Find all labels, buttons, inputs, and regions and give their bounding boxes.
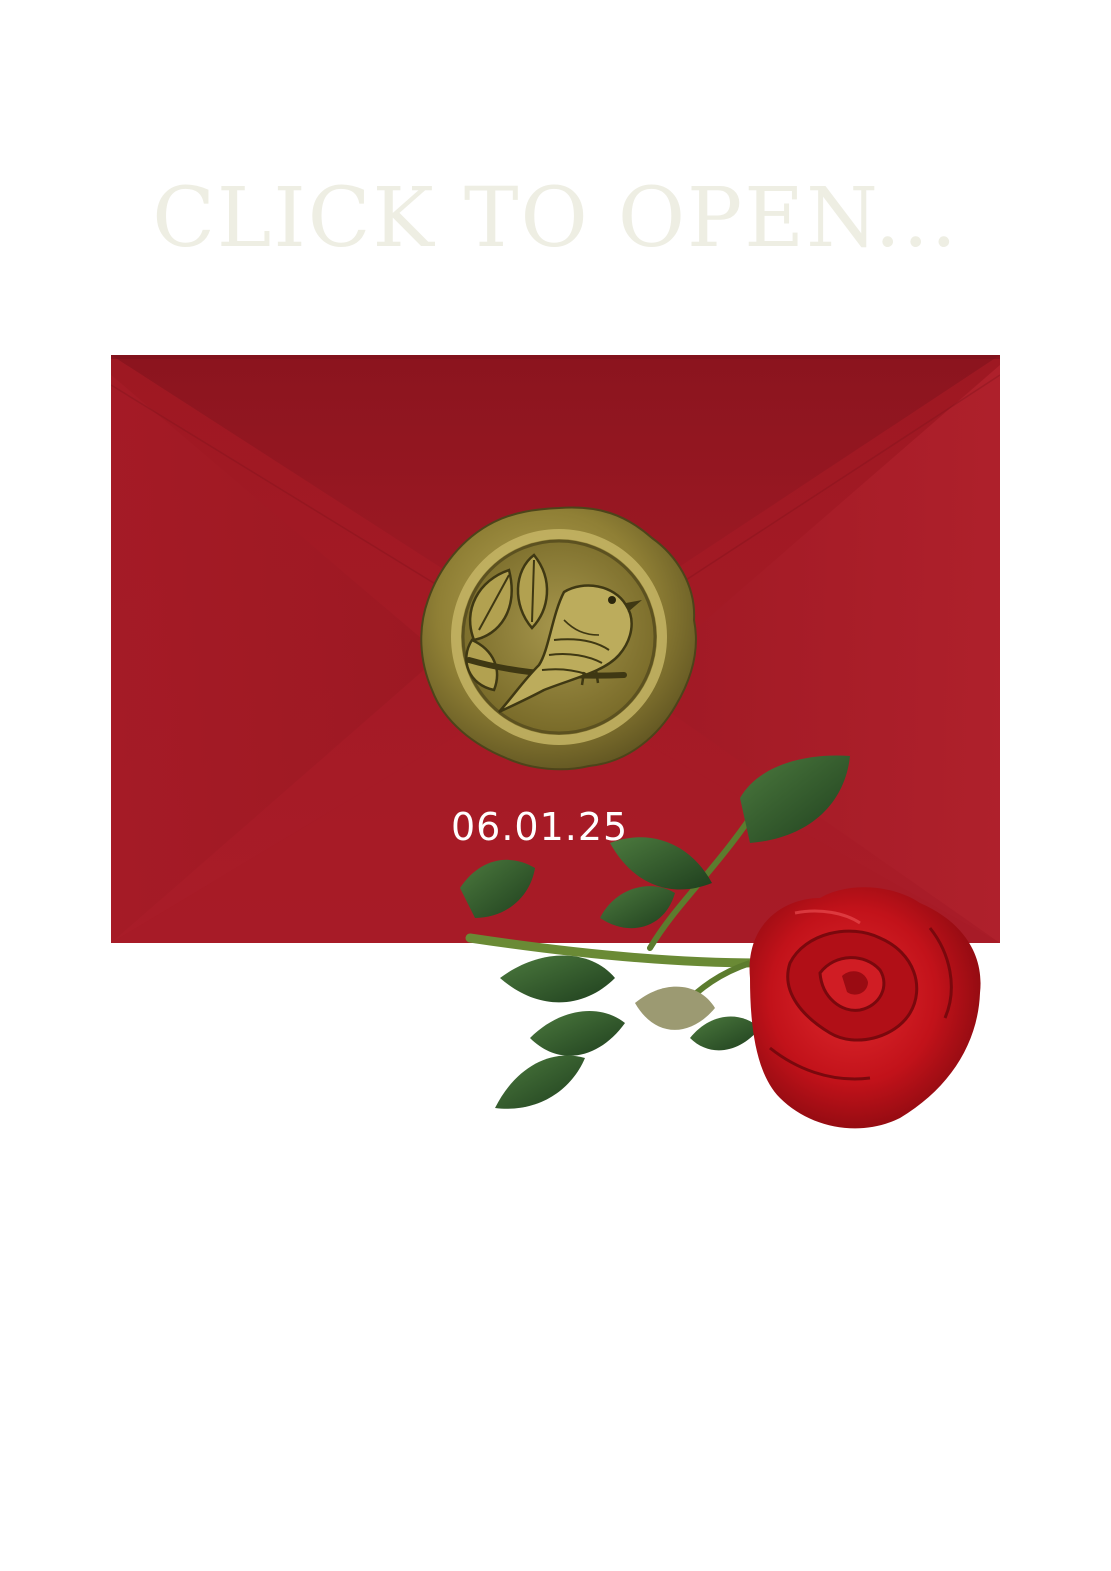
click-to-open-prompt[interactable]: CLICK TO OPEN... (0, 178, 1111, 260)
red-rose-icon (450, 748, 995, 1138)
wax-seal-bird-icon[interactable] (414, 500, 704, 775)
